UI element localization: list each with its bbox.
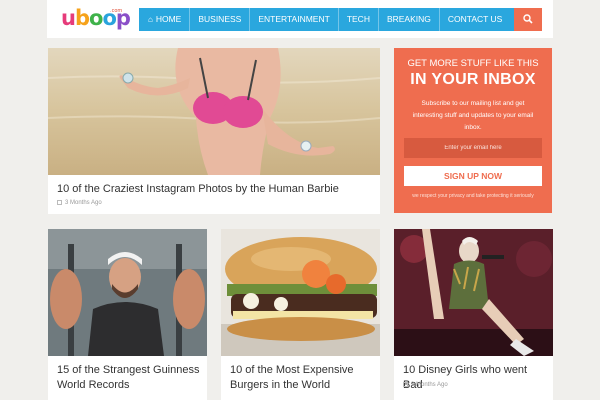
nav-label: BREAKING — [386, 14, 431, 24]
logo-suffix: .com — [110, 8, 123, 14]
featured-article-image[interactable] — [48, 48, 380, 175]
article-title[interactable]: 15 of the Strangest Guinness World Recor… — [57, 363, 202, 393]
newsletter-description: Subscribe to our mailing list and get in… — [412, 100, 534, 131]
nav-item-tech[interactable]: TECH — [339, 8, 379, 31]
nav-item-entertainment[interactable]: ENTERTAINMENT — [250, 8, 339, 31]
nav-label: BUSINESS — [198, 14, 242, 24]
newsletter-heading-large: IN YOUR INBOX — [410, 71, 536, 88]
nav-item-contact-us[interactable]: CONTACT US — [440, 8, 510, 31]
featured-article-title[interactable]: 10 of the Craziest Instagram Photos by t… — [57, 182, 339, 197]
article-title[interactable]: 10 of the Most Expensive Burgers in the … — [230, 363, 375, 393]
nav-item-home[interactable]: ⌂ HOME — [139, 8, 191, 31]
site-header: uboop .com ⌂ HOME BUSINESS ENTERTAINMENT … — [47, 0, 553, 38]
article-card[interactable]: 15 of the Strangest Guinness World Recor… — [48, 229, 207, 400]
newsletter-privacy-note: we respect your privacy and take protect… — [412, 193, 534, 199]
logo-letter: b — [74, 6, 90, 30]
article-title[interactable]: 10 Disney Girls who went Bad — [403, 363, 548, 393]
newsletter-widget: GET MORE STUFF LIKE THIS IN YOUR INBOX S… — [394, 48, 552, 213]
featured-article-card[interactable]: 10 of the Craziest Instagram Photos by t… — [48, 48, 380, 214]
main-nav: ⌂ HOME BUSINESS ENTERTAINMENT TECH BREAKI… — [139, 8, 514, 31]
article-image[interactable] — [394, 229, 553, 356]
home-icon: ⌂ — [148, 15, 153, 24]
newsletter-heading-small: GET MORE STUFF LIKE THIS — [407, 58, 539, 69]
article-card[interactable]: 10 of the Most Expensive Burgers in the … — [221, 229, 380, 400]
calendar-icon — [57, 200, 62, 205]
nav-label: TECH — [346, 14, 370, 24]
date-text: 3 Months Ago — [411, 382, 448, 388]
featured-article-date: 3 Months Ago — [57, 200, 102, 206]
nav-item-business[interactable]: BUSINESS — [190, 8, 251, 31]
logo-letter: u — [61, 6, 76, 30]
newsletter-email-input[interactable] — [404, 138, 542, 158]
article-image[interactable] — [48, 229, 207, 356]
nav-label: CONTACT US — [447, 14, 503, 24]
nav-item-breaking[interactable]: BREAKING — [379, 8, 440, 31]
article-card[interactable]: 10 Disney Girls who went Bad 3 Months Ag… — [394, 229, 553, 400]
article-image[interactable] — [221, 229, 380, 356]
article-date: 3 Months Ago — [403, 382, 448, 388]
search-icon — [523, 14, 533, 24]
nav-label: HOME — [155, 14, 182, 24]
date-text: 3 Months Ago — [65, 200, 102, 206]
nav-label: ENTERTAINMENT — [258, 14, 330, 24]
sign-up-button[interactable]: SIGN UP NOW — [404, 166, 542, 186]
logo-letter: o — [89, 6, 103, 30]
calendar-icon — [403, 382, 408, 387]
search-button[interactable] — [514, 8, 542, 31]
